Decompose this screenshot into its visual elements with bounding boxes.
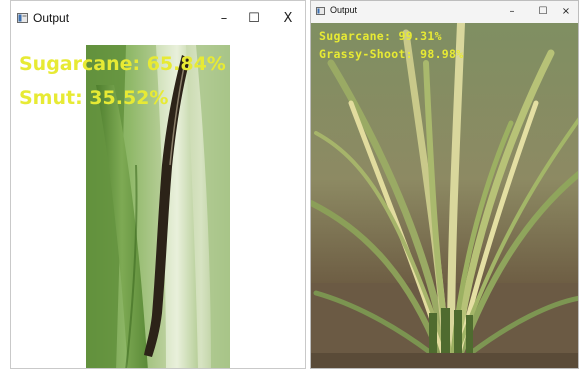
window-title: Output bbox=[33, 11, 70, 25]
close-button[interactable]: X bbox=[275, 9, 301, 29]
grassy-shoot-photo bbox=[311, 23, 578, 368]
minimize-button[interactable]: – bbox=[211, 9, 237, 29]
app-icon bbox=[316, 7, 325, 15]
close-button[interactable]: × bbox=[555, 4, 577, 20]
prediction-label-1: Sugarcane: 65.84% bbox=[19, 53, 226, 75]
prediction-label-2: Smut: 35.52% bbox=[19, 87, 169, 109]
output-window-left: Output – ☐ X Sugarcane: 65.84% Smut: 35.… bbox=[10, 0, 306, 369]
window-title: Output bbox=[330, 5, 358, 15]
title-bar[interactable]: Output – ☐ × bbox=[311, 1, 578, 23]
minimize-button[interactable]: – bbox=[501, 4, 523, 20]
app-icon bbox=[17, 13, 28, 23]
image-canvas: Sugarcane: 65.84% Smut: 35.52% bbox=[11, 35, 305, 368]
output-window-right: Output – ☐ × Sugarcane: 99.31% Grassy-Sh… bbox=[310, 0, 579, 369]
title-bar[interactable]: Output – ☐ X bbox=[11, 1, 305, 35]
maximize-button[interactable]: ☐ bbox=[241, 9, 267, 29]
image-canvas: Sugarcane: 99.31% Grassy-Shoot: 98.98% bbox=[311, 23, 578, 368]
maximize-button[interactable]: ☐ bbox=[532, 4, 554, 20]
prediction-label-2: Grassy-Shoot: 98.98% bbox=[319, 47, 464, 61]
prediction-label-1: Sugarcane: 99.31% bbox=[319, 29, 442, 43]
